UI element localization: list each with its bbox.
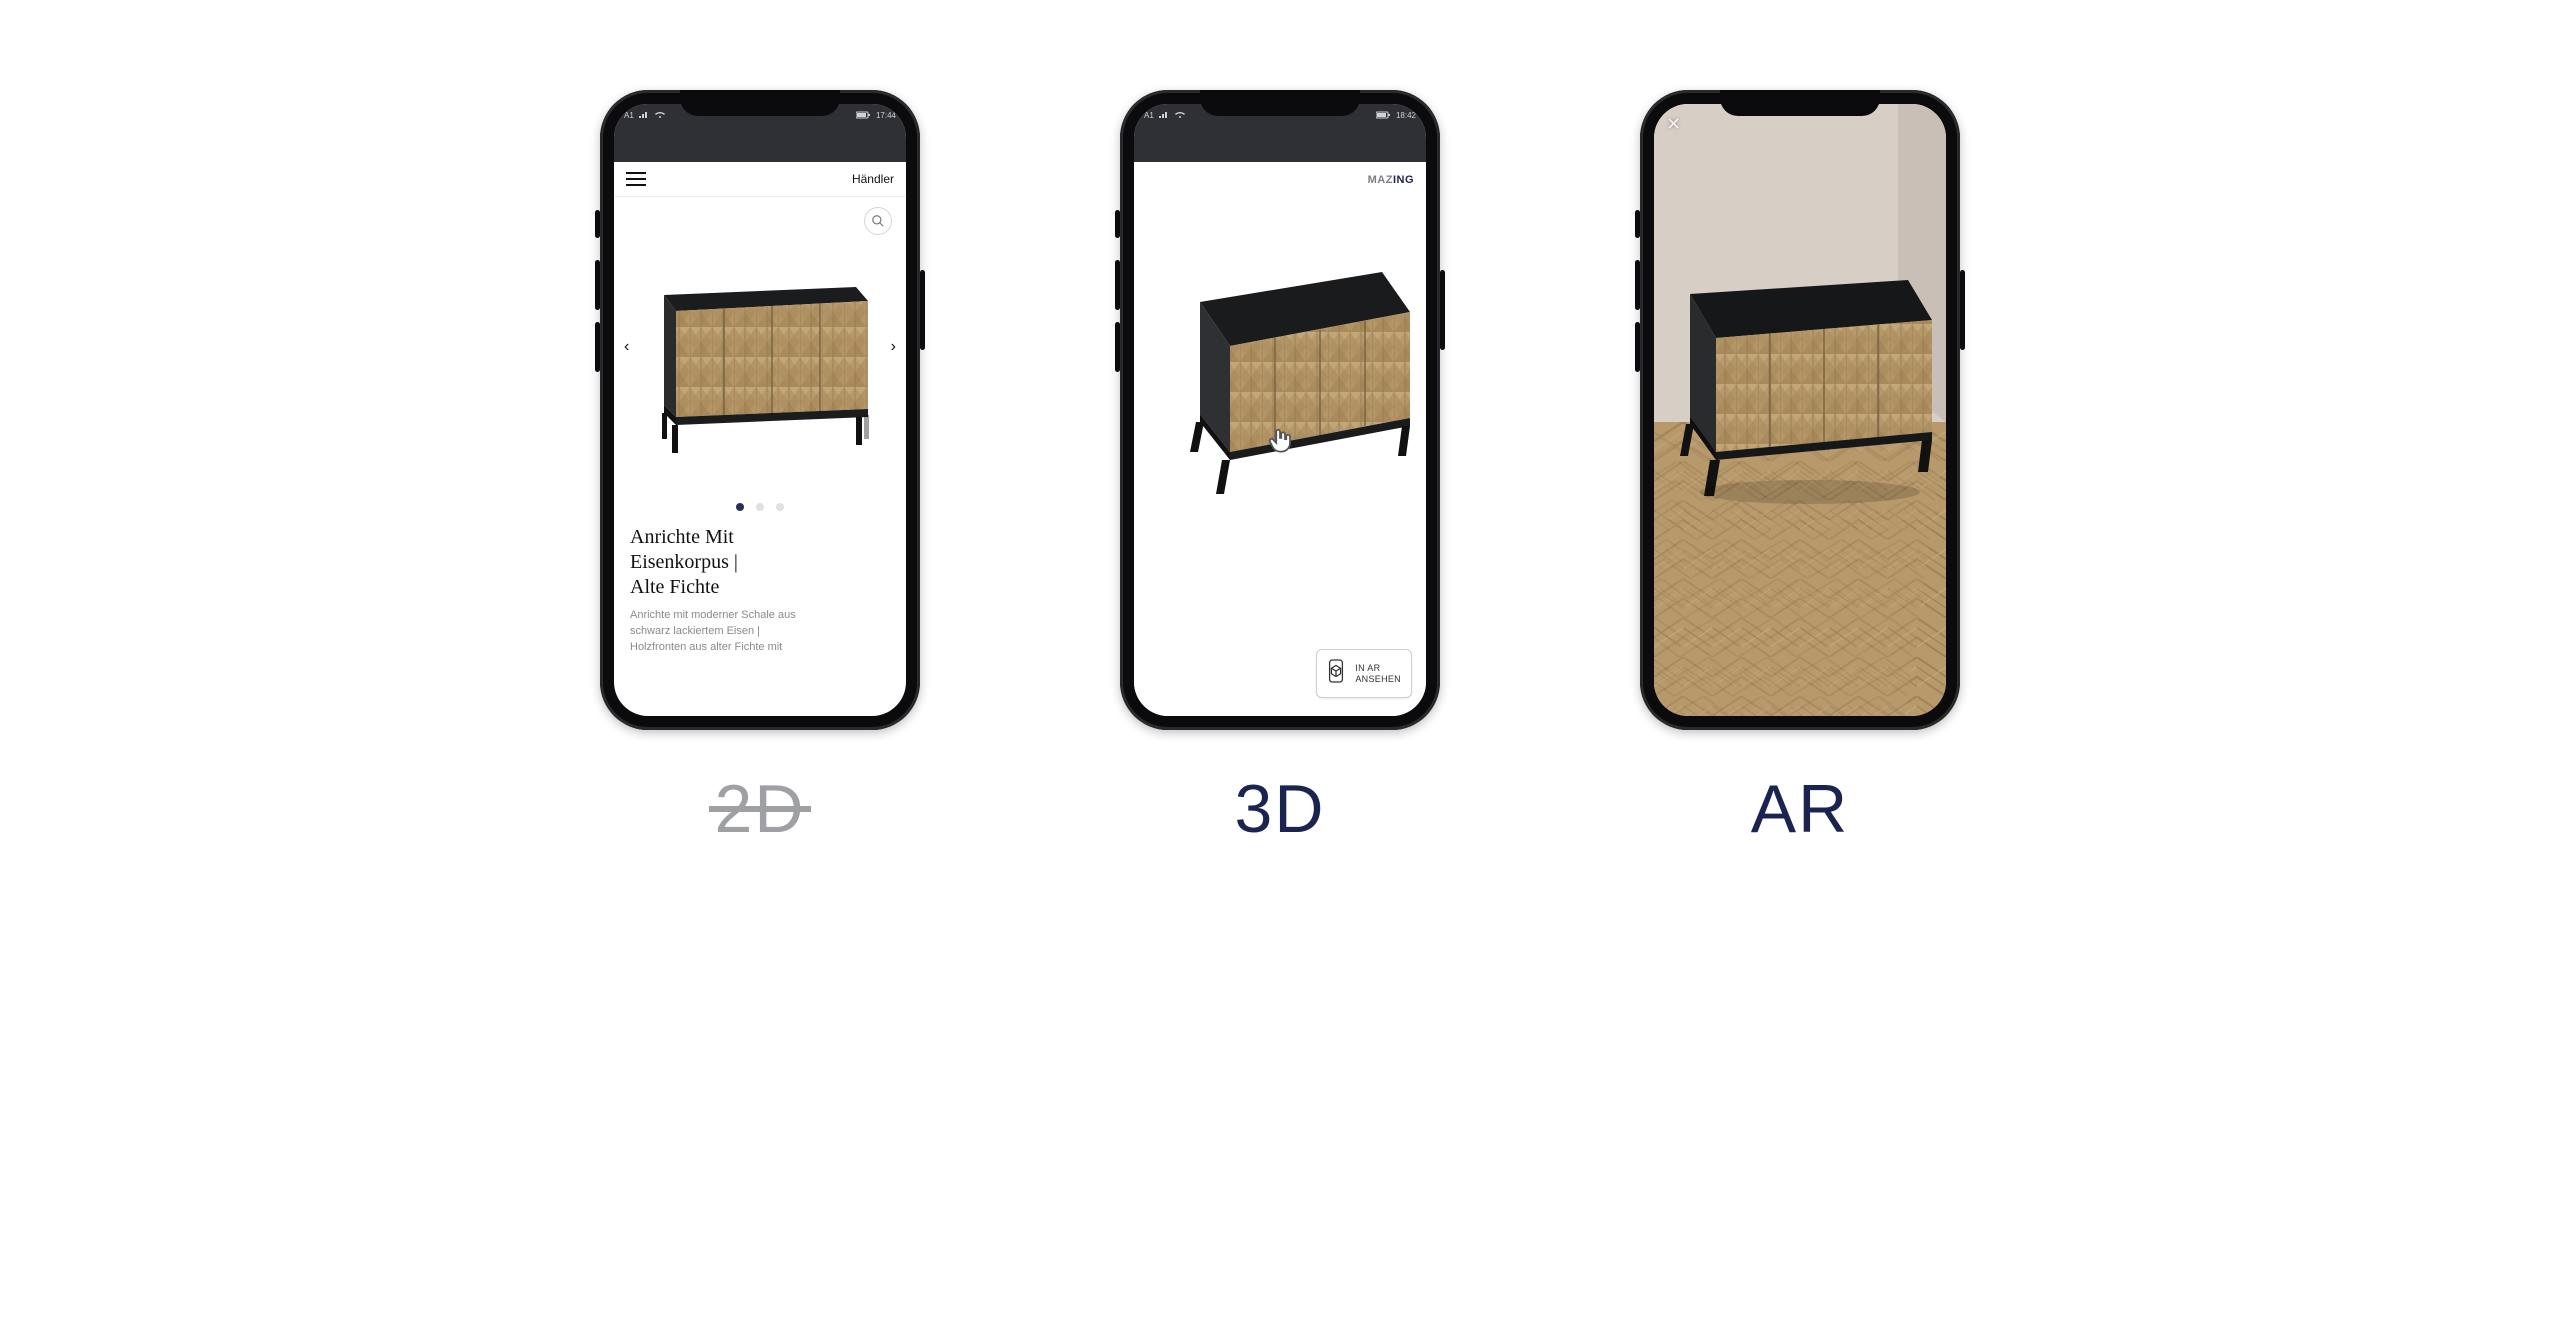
carousel-dots[interactable] — [614, 503, 906, 511]
carrier-label: A1 — [1144, 111, 1154, 120]
ar-camera-view[interactable]: ✕ — [1654, 104, 1946, 716]
viewer-3d[interactable]: MAZING — [1134, 162, 1426, 716]
caption-ar: AR — [1751, 770, 1849, 848]
hamburger-icon[interactable] — [626, 172, 646, 186]
carousel-dot[interactable] — [756, 503, 764, 511]
search-icon[interactable] — [864, 207, 892, 235]
product-description: Anrichte mit moderner Schale aus schwarz… — [630, 608, 890, 656]
phone-side-button — [1115, 322, 1120, 372]
signal-icon — [1158, 111, 1170, 119]
status-time: 17:44 — [876, 111, 896, 120]
phone-side-button — [1635, 260, 1640, 310]
phone-side-button — [595, 260, 600, 310]
close-icon[interactable]: ✕ — [1666, 114, 1681, 135]
phone-side-button — [1960, 270, 1965, 350]
phone-2d-screen: A1 17:44 — [614, 104, 906, 716]
view-in-ar-button[interactable]: IN AR ANSEHEN — [1316, 649, 1412, 698]
carousel-next-icon[interactable]: › — [885, 332, 902, 362]
phone-side-button — [595, 322, 600, 372]
product-3d-model[interactable] — [1152, 242, 1422, 507]
product-image-area[interactable]: ‹ › — [614, 197, 906, 497]
ar-button-label: IN AR ANSEHEN — [1355, 663, 1401, 684]
status-time: 18:42 — [1396, 111, 1416, 120]
phone-side-button — [595, 210, 600, 238]
product-title: Anrichte Mit Eisenkorpus | Alte Fichte — [630, 525, 890, 600]
phone-notch — [1720, 90, 1880, 116]
wifi-icon — [1174, 111, 1186, 119]
product-text: Anrichte Mit Eisenkorpus | Alte Fichte A… — [614, 511, 906, 656]
carousel-prev-icon[interactable]: ‹ — [618, 332, 635, 362]
phone-3d: A1 18:42 — [1120, 90, 1440, 730]
column-ar: ✕ — [1640, 90, 1960, 848]
carousel-dot[interactable] — [776, 503, 784, 511]
battery-icon — [856, 111, 872, 119]
phone-side-button — [1440, 270, 1445, 350]
phone-side-button — [1635, 322, 1640, 372]
wifi-icon — [654, 111, 666, 119]
carrier-label: A1 — [624, 111, 634, 120]
product-image — [646, 267, 876, 462]
phone-ar-screen: ✕ — [1654, 104, 1946, 716]
ar-placed-product[interactable] — [1670, 234, 1938, 519]
phone-side-button — [1115, 210, 1120, 238]
brand-logo: MAZING — [1368, 174, 1414, 186]
ar-cube-icon — [1325, 658, 1347, 689]
handler-link[interactable]: Händler — [852, 172, 894, 186]
phone-notch — [680, 90, 840, 116]
phone-ar: ✕ — [1640, 90, 1960, 730]
comparison-stage: A1 17:44 — [0, 0, 2560, 1324]
phone-side-button — [1115, 260, 1120, 310]
caption-3d: 3D — [1235, 770, 1326, 848]
phone-3d-screen: A1 18:42 — [1134, 104, 1426, 716]
phone-notch — [1200, 90, 1360, 116]
caption-2d: 2D — [715, 770, 806, 848]
app-header-dark — [614, 126, 906, 162]
hand-cursor-icon — [1265, 423, 1295, 462]
column-3d: A1 18:42 — [1120, 90, 1440, 848]
carousel-dot-active[interactable] — [736, 503, 744, 511]
product-nav: Händler — [614, 162, 906, 197]
battery-icon — [1376, 111, 1392, 119]
phone-side-button — [1635, 210, 1640, 238]
phone-side-button — [920, 270, 925, 350]
column-2d: A1 17:44 — [600, 90, 920, 848]
phone-2d: A1 17:44 — [600, 90, 920, 730]
app-header-dark — [1134, 126, 1426, 162]
signal-icon — [638, 111, 650, 119]
